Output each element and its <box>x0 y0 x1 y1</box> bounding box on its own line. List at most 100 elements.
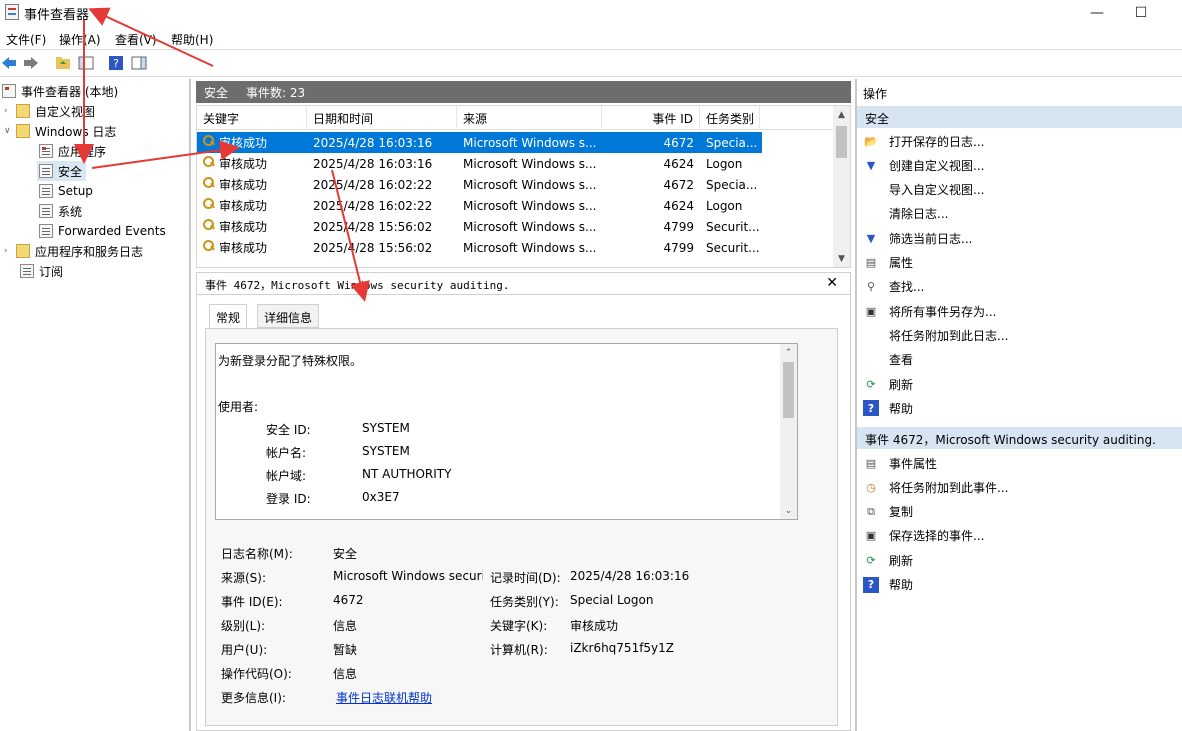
event-message-box[interactable]: 为新登录分配了特殊权限。 使用者: 安全 ID: SYSTEM 帐户名: SYS… <box>215 343 798 520</box>
scroll-up-icon[interactable]: ▲ <box>833 106 850 123</box>
actions-section-security[interactable]: 安全 <box>857 106 1182 128</box>
tree-item-forwarded-events[interactable]: Forwarded Events <box>39 221 166 241</box>
table-row[interactable]: 审核成功 2025/4/28 16:03:16 Microsoft Windows … <box>197 132 762 153</box>
online-help-link[interactable]: 事件日志联机帮助 <box>336 689 432 706</box>
tree-item-event-viewer-local[interactable]: 事件查看器 (本地) <box>2 81 118 101</box>
action-item[interactable]: ▣ 将所有事件另存为... <box>857 300 1182 322</box>
message-user-heading: 使用者: <box>218 400 259 414</box>
source-value: Microsoft Windows securi <box>333 569 483 583</box>
tree-item-security[interactable]: 安全 <box>37 161 87 181</box>
action-item[interactable]: 📂 打开保存的日志... <box>857 130 1182 152</box>
table-row[interactable]: 审核成功 2025/4/28 15:56:02 Microsoft Windows … <box>197 237 762 258</box>
message-field-value: SYSTEM <box>362 444 410 458</box>
minimize-button[interactable]: — <box>1074 0 1120 26</box>
back-icon[interactable] <box>0 54 18 72</box>
event-detail-title: 事件 4672，Microsoft Windows security audit… <box>197 273 850 295</box>
action-item[interactable]: ▤ 事件属性 <box>857 452 1182 474</box>
event-list-scrollbar[interactable]: ▲ ▼ <box>833 106 850 267</box>
tree-item-custom-views[interactable]: › 自定义视图 <box>4 101 95 121</box>
action-item[interactable]: ? 帮助 <box>857 574 1182 596</box>
source-label: 来源(S): <box>221 571 267 585</box>
table-row[interactable]: 审核成功 2025/4/28 16:02:22 Microsoft Windows … <box>197 174 762 195</box>
tree-item-windows-logs[interactable]: ∨ Windows 日志 <box>4 121 116 141</box>
column-header-task-category[interactable]: 任务类别 <box>700 106 760 130</box>
show-action-pane-icon[interactable] <box>130 54 148 72</box>
action-item[interactable]: ⚲ 查找... <box>857 276 1182 298</box>
table-cell: Specia... <box>706 135 758 150</box>
chevron-right-icon[interactable]: › <box>4 106 16 116</box>
table-row[interactable]: 审核成功 2025/4/28 16:03:16 Microsoft Windows … <box>197 153 762 174</box>
message-scrollbar[interactable]: ⌃ ⌄ <box>780 344 797 519</box>
scroll-down-icon[interactable]: ⌄ <box>780 502 797 519</box>
maximize-button[interactable]: ☐ <box>1118 0 1164 26</box>
action-item[interactable]: ▼ 筛选当前日志... <box>857 227 1182 249</box>
event-count: 事件数: 23 <box>246 85 306 100</box>
action-item[interactable]: ? 帮助 <box>857 397 1182 419</box>
key-icon <box>203 177 215 189</box>
action-item[interactable]: ▤ 属性 <box>857 252 1182 274</box>
table-cell: 4799 <box>663 219 694 234</box>
forward-icon[interactable] <box>22 54 40 72</box>
table-cell: 审核成功 <box>197 134 307 151</box>
message-field-label: 安全 ID: <box>266 423 311 437</box>
column-header-event-id[interactable]: 事件 ID <box>602 106 700 130</box>
chevron-right-icon[interactable]: › <box>4 246 16 256</box>
help-icon[interactable]: ? <box>107 54 125 72</box>
menu-file[interactable]: 文件(F) <box>6 31 46 48</box>
log-header: 安全 事件数: 23 <box>196 81 851 103</box>
scroll-down-icon[interactable]: ▼ <box>833 250 850 267</box>
table-cell: Microsoft Windows s... <box>463 156 597 171</box>
refresh-icon: ⟳ <box>866 377 876 391</box>
column-header-datetime[interactable]: 日期和时间 <box>307 106 457 130</box>
action-item[interactable]: ⟳ 刷新 <box>857 373 1182 395</box>
menu-help[interactable]: 帮助(H) <box>171 31 213 48</box>
event-list: 关键字 日期和时间 来源 事件 ID 任务类别 审核成功 2025/4/28 16… <box>196 105 851 268</box>
folder-icon <box>16 244 30 258</box>
tree-item-app-service-logs[interactable]: › 应用程序和服务日志 <box>4 241 143 261</box>
close-icon[interactable]: ✕ <box>826 275 838 291</box>
table-cell: 4799 <box>663 240 694 255</box>
action-item[interactable]: ◷ 将任务附加到此事件... <box>857 476 1182 498</box>
tree-item-subscriptions[interactable]: 订阅 <box>20 261 63 281</box>
table-cell: 审核成功 <box>197 155 307 172</box>
properties-icon: ▤ <box>865 256 877 269</box>
table-cell: Microsoft Windows s... <box>463 135 597 150</box>
action-item[interactable]: ⧉ 复制 <box>857 501 1182 523</box>
action-item[interactable]: 清除日志... <box>857 203 1182 225</box>
scroll-thumb[interactable] <box>783 362 794 418</box>
up-folder-icon[interactable] <box>54 54 72 72</box>
chevron-down-icon[interactable]: ∨ <box>4 126 16 136</box>
scroll-thumb[interactable] <box>836 126 847 158</box>
action-item[interactable]: ▼ 创建自定义视图... <box>857 154 1182 176</box>
tree-item-setup[interactable]: Setup <box>39 181 93 201</box>
table-cell: 4672 <box>663 135 694 150</box>
title-bar: 事件查看器 — ☐ <box>0 0 1182 26</box>
column-header-keyword[interactable]: 关键字 <box>197 106 307 130</box>
show-hide-tree-icon[interactable] <box>77 54 95 72</box>
message-field-label: 帐户名: <box>266 446 307 460</box>
filter-icon: ▼ <box>866 231 876 245</box>
blank-icon <box>863 327 879 343</box>
menu-view[interactable]: 查看(V) <box>115 31 157 48</box>
action-item[interactable]: ▣ 保存选择的事件... <box>857 525 1182 547</box>
table-row[interactable]: 审核成功 2025/4/28 15:56:02 Microsoft Windows … <box>197 216 762 237</box>
action-item[interactable]: 查看 <box>857 349 1182 371</box>
tree-item-system[interactable]: 系统 <box>39 201 82 221</box>
message-text: 为新登录分配了特殊权限。 <box>218 354 363 368</box>
keywords-value: 审核成功 <box>570 619 619 633</box>
message-field-value: NT AUTHORITY <box>362 467 452 481</box>
scroll-up-icon[interactable]: ⌃ <box>780 344 797 361</box>
table-cell: 2025/4/28 15:56:02 <box>313 219 433 234</box>
actions-pane: 操作 安全 📂 打开保存的日志... ▼ 创建自定义视图... 导入自定义视图... 清除… <box>855 79 1182 731</box>
action-item[interactable]: ⟳ 刷新 <box>857 549 1182 571</box>
actions-section-event[interactable]: 事件 4672，Microsoft Windows security audit… <box>857 427 1182 449</box>
action-item[interactable]: 导入自定义视图... <box>857 179 1182 201</box>
table-row[interactable]: 审核成功 2025/4/28 16:02:22 Microsoft Windows … <box>197 195 762 216</box>
tab-general[interactable]: 常规 <box>209 304 248 329</box>
column-header-source[interactable]: 来源 <box>457 106 602 130</box>
action-item[interactable]: 将任务附加到此日志... <box>857 324 1182 346</box>
help-icon: ? <box>863 400 879 417</box>
tab-details[interactable]: 详细信息 <box>257 304 320 328</box>
tree-item-application[interactable]: 应用程序 <box>39 141 106 161</box>
menu-action[interactable]: 操作(A) <box>59 31 101 48</box>
